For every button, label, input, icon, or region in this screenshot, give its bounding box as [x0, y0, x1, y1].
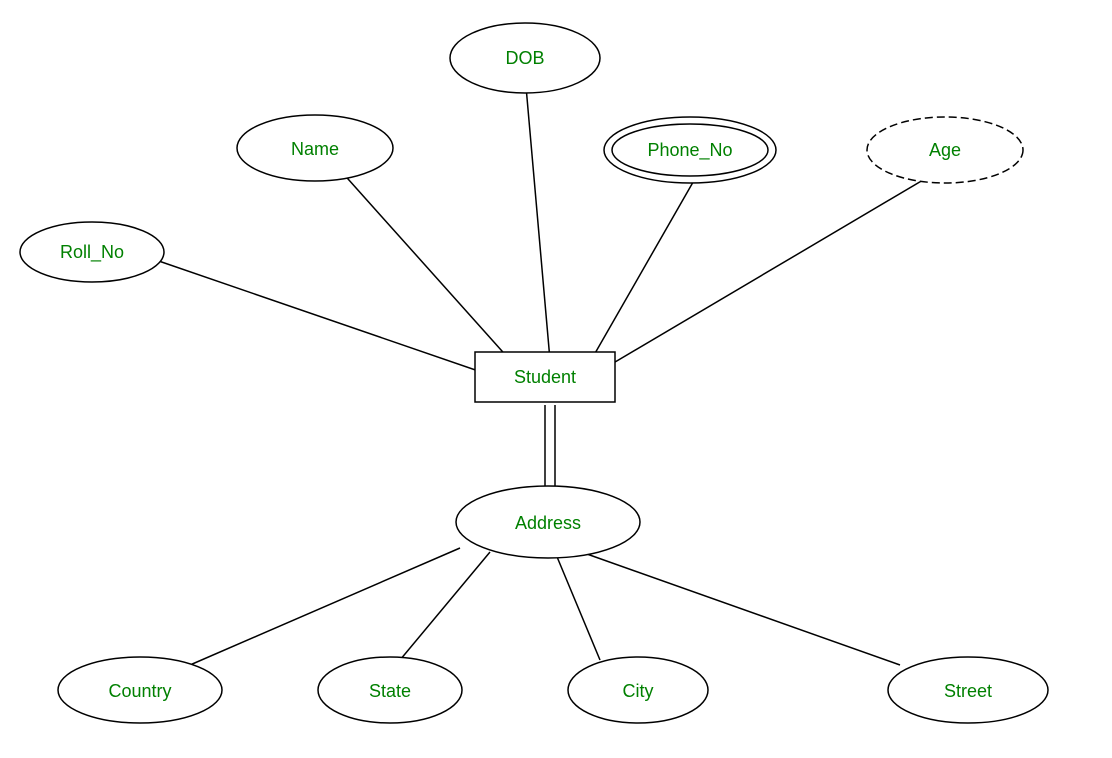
student-label: Student [514, 367, 576, 387]
line-address-city [555, 552, 600, 660]
line-student-age [610, 170, 940, 365]
dob-label: DOB [505, 48, 544, 68]
line-student-dob [525, 75, 550, 360]
street-label: Street [944, 681, 992, 701]
name-label: Name [291, 139, 339, 159]
age-label: Age [929, 140, 961, 160]
city-label: City [623, 681, 654, 701]
line-address-country [190, 548, 460, 665]
address-label: Address [515, 513, 581, 533]
phone-label: Phone_No [647, 140, 732, 161]
line-student-rollno [150, 258, 490, 375]
state-label: State [369, 681, 411, 701]
line-student-phone [590, 170, 700, 362]
rollno-label: Roll_No [60, 242, 124, 263]
line-address-street [570, 548, 900, 665]
country-label: Country [108, 681, 171, 701]
